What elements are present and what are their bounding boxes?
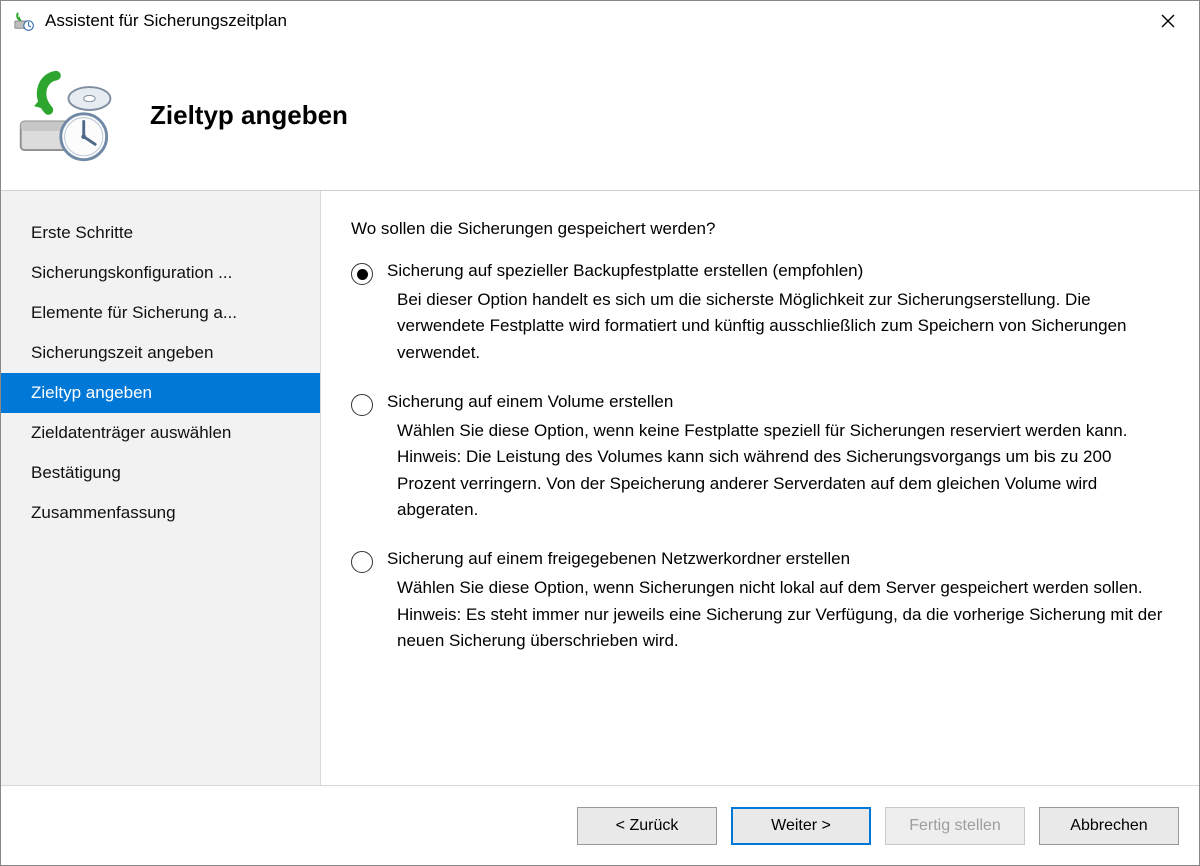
content-pane: Wo sollen die Sicherungen gespeichert we… <box>321 191 1199 785</box>
option-description: Wählen Sie diese Option, wenn keine Fest… <box>397 418 1169 523</box>
window-title: Assistent für Sicherungszeitplan <box>45 11 1145 31</box>
sidebar-item-zieldatentraeger[interactable]: Zieldatenträger auswählen <box>1 413 320 453</box>
titlebar: Assistent für Sicherungszeitplan <box>1 1 1199 41</box>
back-button[interactable]: < Zurück <box>577 807 717 845</box>
radio-dedicated-disk[interactable] <box>351 263 373 285</box>
sidebar-item-zieltyp[interactable]: Zieltyp angeben <box>1 373 320 413</box>
cancel-button[interactable]: Abbrechen <box>1039 807 1179 845</box>
option-volume[interactable]: Sicherung auf einem Volume erstellen Wäh… <box>351 392 1169 523</box>
finish-button: Fertig stellen <box>885 807 1025 845</box>
wizard-window: Assistent für Sicherungszeitplan <box>0 0 1200 866</box>
titlebar-backup-icon <box>13 10 35 32</box>
footer-buttons: < Zurück Weiter > Fertig stellen Abbrech… <box>1 785 1199 865</box>
page-title: Zieltyp angeben <box>150 100 348 131</box>
sidebar-item-sicherungszeit[interactable]: Sicherungszeit angeben <box>1 333 320 373</box>
question-text: Wo sollen die Sicherungen gespeichert we… <box>351 219 1169 239</box>
sidebar-item-bestaetigung[interactable]: Bestätigung <box>1 453 320 493</box>
radio-volume[interactable] <box>351 394 373 416</box>
option-description: Bei dieser Option handelt es sich um die… <box>397 287 1169 366</box>
option-label: Sicherung auf einem Volume erstellen <box>387 392 1169 412</box>
option-network-share[interactable]: Sicherung auf einem freigegebenen Netzwe… <box>351 549 1169 654</box>
sidebar-item-elemente[interactable]: Elemente für Sicherung a... <box>1 293 320 333</box>
option-label: Sicherung auf spezieller Backupfestplatt… <box>387 261 1169 281</box>
next-button[interactable]: Weiter > <box>731 807 871 845</box>
close-button[interactable] <box>1145 5 1191 37</box>
sidebar-item-erste-schritte[interactable]: Erste Schritte <box>1 213 320 253</box>
wizard-steps-sidebar: Erste Schritte Sicherungskonfiguration .… <box>1 191 321 785</box>
wizard-header-icon <box>15 68 120 163</box>
header-band: Zieltyp angeben <box>1 41 1199 191</box>
option-dedicated-disk[interactable]: Sicherung auf spezieller Backupfestplatt… <box>351 261 1169 366</box>
radio-network-share[interactable] <box>351 551 373 573</box>
sidebar-item-sicherungskonfiguration[interactable]: Sicherungskonfiguration ... <box>1 253 320 293</box>
sidebar-item-zusammenfassung[interactable]: Zusammenfassung <box>1 493 320 533</box>
option-description: Wählen Sie diese Option, wenn Sicherunge… <box>397 575 1169 654</box>
option-label: Sicherung auf einem freigegebenen Netzwe… <box>387 549 1169 569</box>
body: Erste Schritte Sicherungskonfiguration .… <box>1 191 1199 785</box>
